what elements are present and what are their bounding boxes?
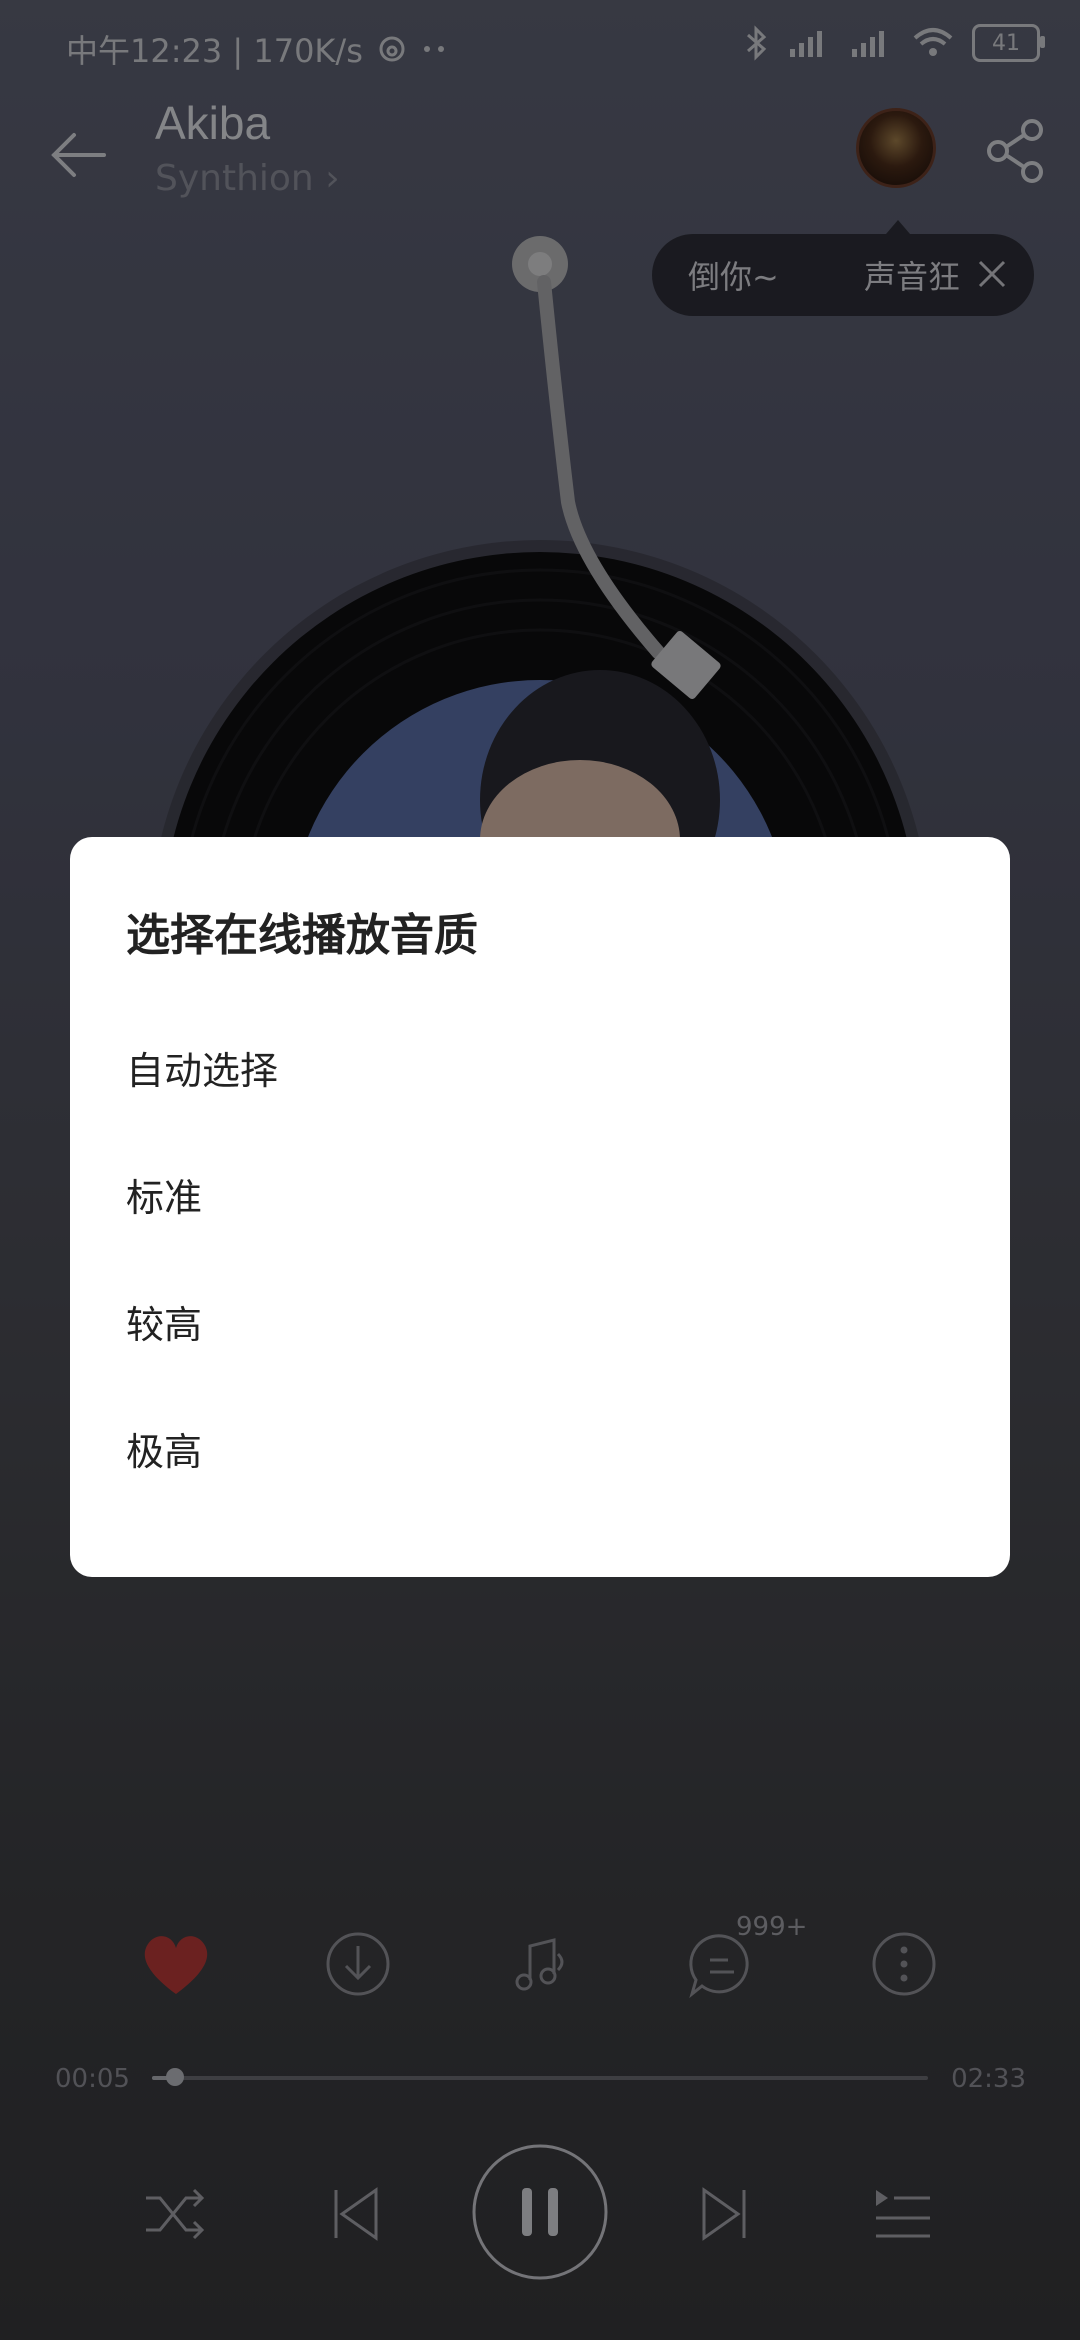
- option-highest[interactable]: 极高: [126, 1408, 946, 1488]
- quality-dialog: 选择在线播放音质 自动选择 标准 较高 极高: [70, 837, 1010, 1577]
- dialog-title: 选择在线播放音质: [126, 910, 478, 961]
- option-auto[interactable]: 自动选择: [126, 1027, 946, 1107]
- player-screen: 中午12:23 | 170K/s 41 Akiba Synthion › 倒你~…: [0, 0, 1080, 2340]
- option-higher[interactable]: 较高: [126, 1281, 946, 1361]
- option-standard[interactable]: 标准: [126, 1154, 946, 1234]
